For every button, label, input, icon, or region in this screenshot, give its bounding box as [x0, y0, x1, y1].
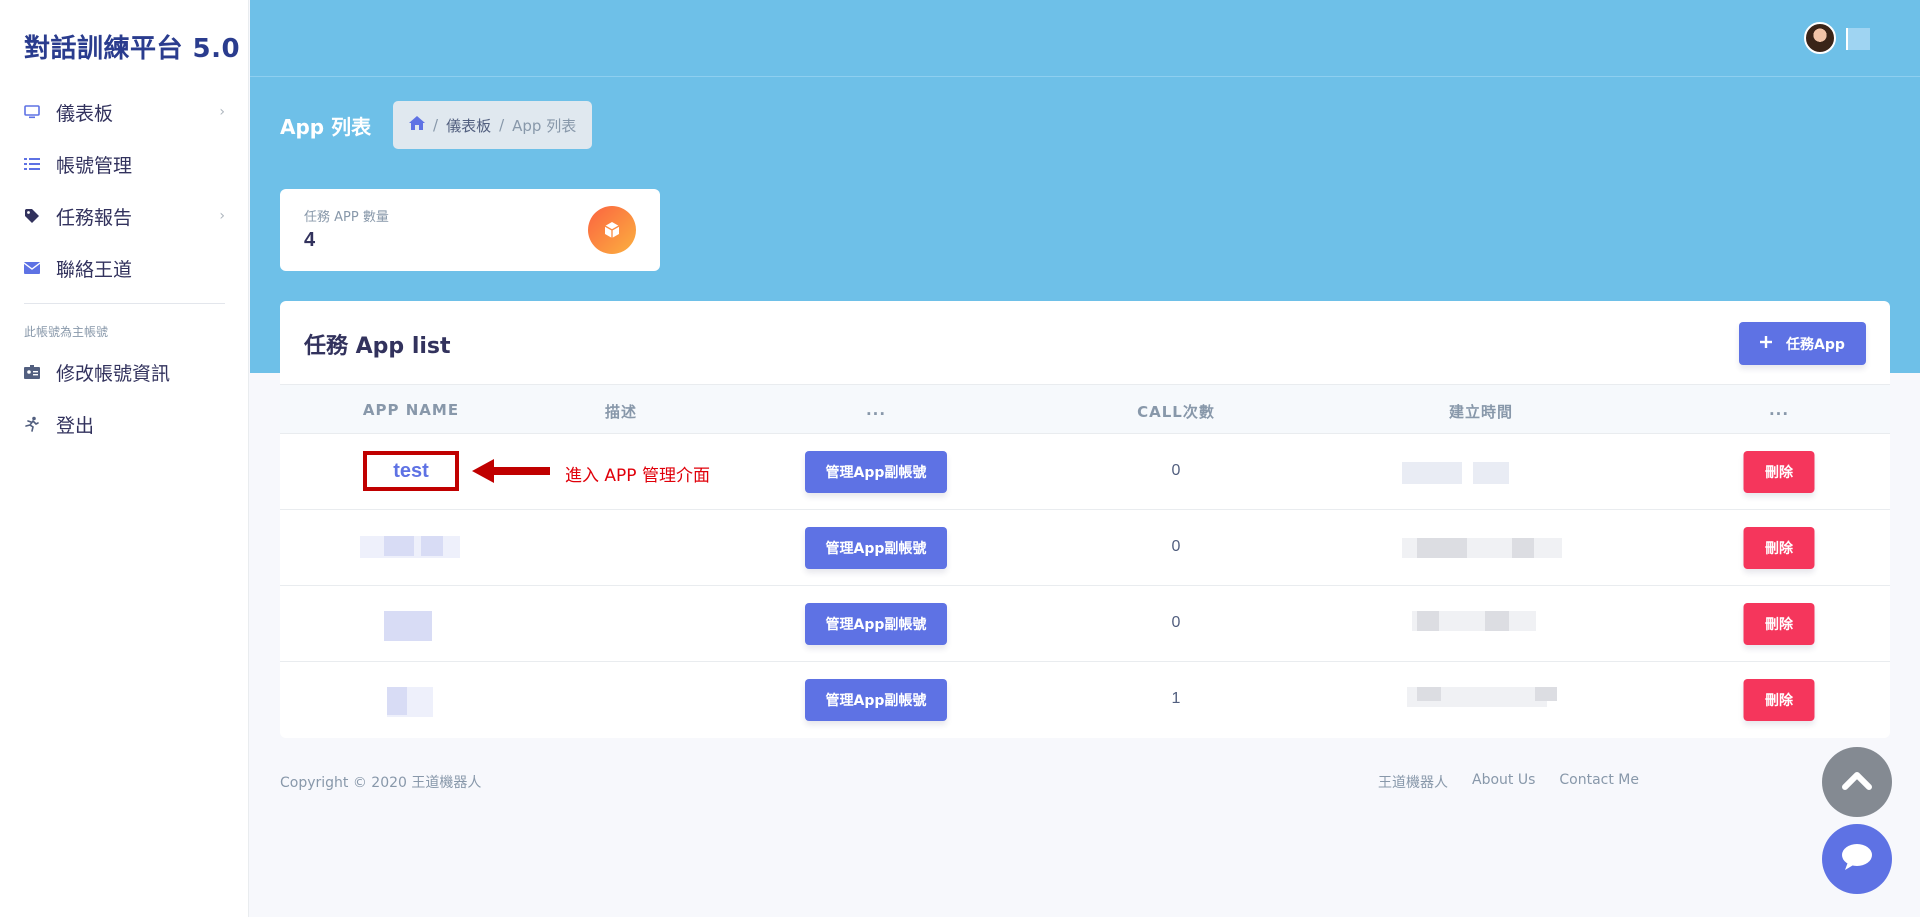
- sidebar-item-label: 帳號管理: [56, 154, 133, 177]
- sidebar-item-label: 登出: [56, 414, 95, 437]
- call-count: 0: [1171, 538, 1181, 555]
- topbar-divider: [250, 76, 1920, 77]
- sidebar-item-reports[interactable]: 任務報告 ›: [0, 190, 249, 242]
- call-count: 0: [1171, 614, 1181, 631]
- add-app-label: 任務App: [1786, 336, 1845, 353]
- sidebar-item-label: 修改帳號資訊: [56, 362, 171, 385]
- app-name-redacted: [387, 687, 407, 715]
- breadcrumb-current: App 列表: [512, 116, 577, 135]
- manage-subaccounts-button[interactable]: 管理App副帳號: [805, 451, 947, 493]
- call-count: 1: [1171, 690, 1181, 707]
- manage-subaccounts-button[interactable]: 管理App副帳號: [805, 679, 947, 721]
- breadcrumb-dashboard[interactable]: 儀表板: [446, 115, 491, 136]
- sidebar-item-accounts[interactable]: 帳號管理: [0, 138, 249, 190]
- table-row: test 進入 APP 管理介面 管理App副帳號 0 刪除: [280, 434, 1890, 510]
- table-row: 管理App副帳號 0 刪除: [280, 586, 1890, 662]
- user-avatar[interactable]: [1804, 22, 1836, 54]
- breadcrumb-separator: /: [499, 116, 505, 134]
- delete-button[interactable]: 刪除: [1743, 451, 1815, 493]
- column-header-description: 描述: [604, 403, 638, 421]
- footer-link-about[interactable]: About Us: [1472, 772, 1535, 792]
- sidebar-item-dashboard[interactable]: 儀表板 ›: [0, 86, 249, 138]
- chat-button[interactable]: [1822, 824, 1892, 894]
- created-time-redacted: [1417, 538, 1467, 558]
- annotation-text: 進入 APP 管理介面: [565, 466, 710, 486]
- box-icon: [588, 206, 636, 254]
- delete-button[interactable]: 刪除: [1743, 603, 1815, 645]
- chevron-up-icon: [1842, 770, 1872, 795]
- table-header: APP NAME 描述 ... CALL次數 建立時間 ...: [280, 384, 1890, 434]
- created-time-redacted: [1512, 538, 1534, 558]
- footer-links: 王道機器人 About Us Contact Me: [1378, 772, 1639, 792]
- created-time-redacted: [1535, 687, 1557, 701]
- stat-label: 任務 APP 數量: [304, 210, 389, 225]
- app-name-redacted[interactable]: [384, 611, 432, 641]
- created-time-redacted: [1485, 611, 1509, 631]
- manage-subaccounts-button[interactable]: 管理App副帳號: [805, 527, 947, 569]
- sidebar-item-contact[interactable]: 聯絡王道: [0, 242, 249, 294]
- page-title: App 列表: [280, 115, 372, 139]
- chevron-right-icon: ›: [219, 104, 225, 120]
- stat-value: 4: [304, 229, 316, 251]
- sidebar-divider: [24, 303, 225, 304]
- created-time-redacted: [1417, 611, 1439, 631]
- call-count: 0: [1171, 462, 1181, 479]
- delete-button[interactable]: 刪除: [1743, 527, 1815, 569]
- sidebar-item-logout[interactable]: 登出: [0, 398, 249, 450]
- delete-button[interactable]: 刪除: [1743, 679, 1815, 721]
- footer-link-company[interactable]: 王道機器人: [1378, 772, 1448, 792]
- stat-card-app-count: 任務 APP 數量 4: [280, 189, 660, 271]
- list-icon: [24, 156, 40, 172]
- app-name-redacted: [384, 536, 414, 556]
- column-header-app-name: APP NAME: [362, 401, 460, 419]
- app-list-card: 任務 App list 任務App APP NAME 描述 ... CALL次數…: [280, 301, 1890, 738]
- created-time-redacted: [1417, 687, 1441, 701]
- monitor-icon: [24, 104, 40, 120]
- copyright: Copyright © 2020 王道機器人: [280, 775, 482, 791]
- created-time-redacted: [1402, 462, 1462, 484]
- id-card-icon: [24, 364, 40, 380]
- card-title: 任務 App list: [304, 334, 451, 359]
- column-header-call-count: CALL次數: [1137, 403, 1215, 421]
- column-header-actions: ...: [865, 401, 887, 419]
- sidebar: 對話訓練平台 5.0 儀表板 › 帳號管理 任務報告 › 聯絡王道 此帳號為主帳…: [0, 0, 249, 917]
- manage-subaccounts-button[interactable]: 管理App副帳號: [805, 603, 947, 645]
- sidebar-item-label: 任務報告: [56, 206, 133, 229]
- annotation-arrow-icon: [472, 459, 550, 483]
- user-name-redacted[interactable]: [1846, 28, 1870, 50]
- sidebar-item-label: 儀表板: [56, 102, 114, 125]
- home-icon[interactable]: [409, 116, 425, 134]
- column-header-created: 建立時間: [1448, 403, 1514, 421]
- breadcrumb-separator: /: [433, 116, 439, 134]
- add-app-button[interactable]: 任務App: [1739, 322, 1866, 365]
- app-name-redacted: [421, 536, 443, 556]
- brand-title[interactable]: 對話訓練平台 5.0: [24, 28, 240, 65]
- chevron-right-icon: ›: [219, 208, 225, 224]
- column-header-delete: ...: [1768, 401, 1790, 419]
- scroll-to-top-button[interactable]: [1822, 747, 1892, 817]
- created-time-redacted: [1473, 462, 1509, 484]
- sidebar-item-label: 聯絡王道: [56, 258, 133, 281]
- running-icon: [24, 416, 40, 432]
- table-row: 管理App副帳號 0 刪除: [280, 510, 1890, 586]
- breadcrumb: / 儀表板 / App 列表: [393, 101, 593, 149]
- sidebar-heading: 此帳號為主帳號: [24, 325, 109, 339]
- sidebar-item-edit-account[interactable]: 修改帳號資訊: [0, 346, 249, 398]
- tag-icon: [24, 208, 40, 224]
- footer-link-contact[interactable]: Contact Me: [1559, 772, 1639, 792]
- sidebar-nav-account: 修改帳號資訊 登出: [0, 346, 249, 450]
- chat-bubble-icon: [1840, 842, 1874, 877]
- envelope-icon: [24, 260, 40, 276]
- app-name-link[interactable]: test: [363, 451, 459, 491]
- sidebar-nav: 儀表板 › 帳號管理 任務報告 › 聯絡王道: [0, 86, 249, 294]
- plus-icon: [1760, 335, 1773, 352]
- table-row: 管理App副帳號 1 刪除: [280, 662, 1890, 738]
